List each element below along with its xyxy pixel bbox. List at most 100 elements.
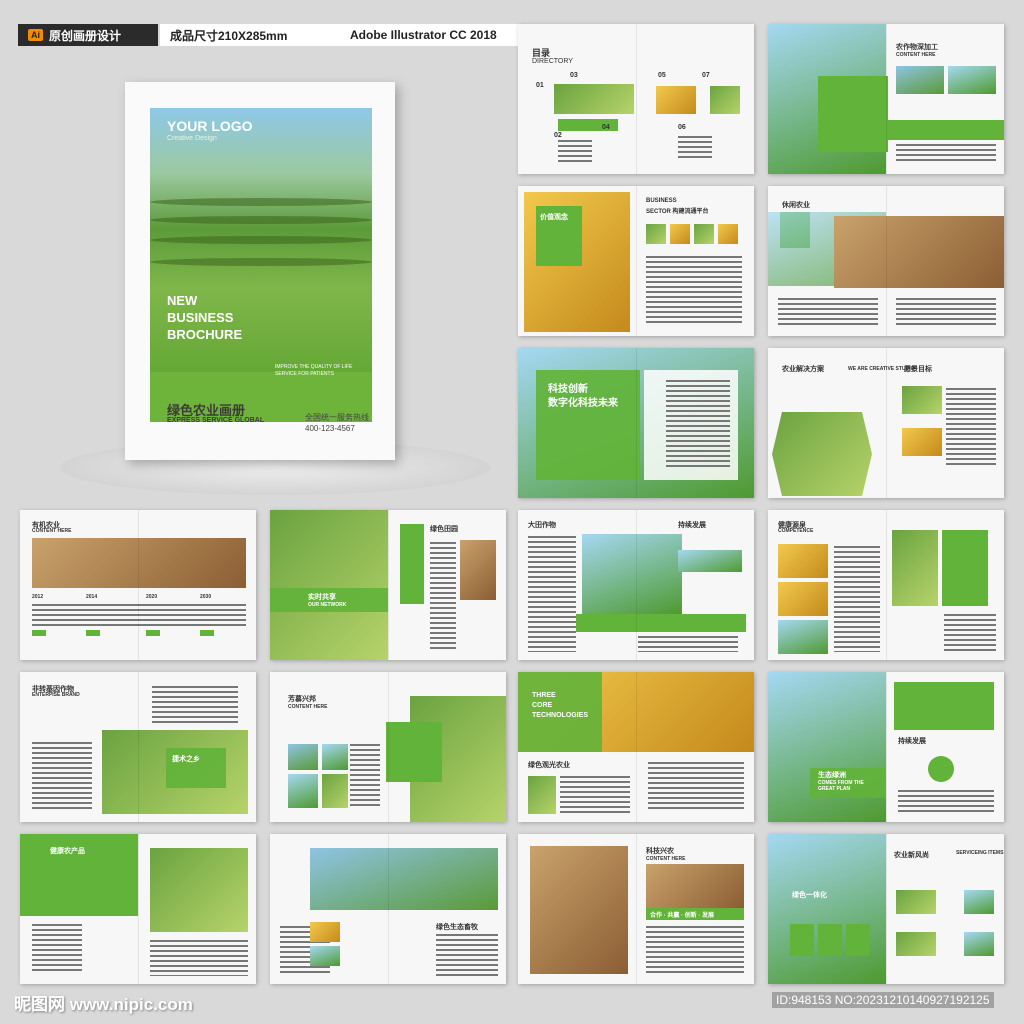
tea-photo: [150, 848, 248, 932]
photo: [896, 66, 944, 94]
cover-logo: YOUR LOGO: [167, 118, 253, 134]
field-photo: [768, 834, 886, 984]
green-tag: [146, 630, 160, 636]
spread-prosper: 芳慕兴邦 CONTENT HERE: [270, 672, 506, 822]
spread-field-crops: 大田作物 持续发展: [518, 510, 754, 660]
spread-tech-agri: 科技兴农 CONTENT HERE 合作 · 共赢 · 创新 · 发展: [518, 834, 754, 984]
spread-non-gmo: 非转基因作物 ENTERPISE BRAND 捷术之乡: [20, 672, 256, 822]
text-lines: [436, 934, 498, 976]
green-card: [846, 924, 870, 956]
spread-sub: COMPETENCE: [778, 528, 814, 534]
spread-caption: 绿色观光农业: [528, 762, 570, 769]
hex-photo-grid: [772, 412, 872, 496]
photo: [778, 620, 828, 654]
photo: [310, 946, 340, 966]
photo: [902, 428, 942, 456]
photo: [896, 890, 936, 914]
green-tag: [86, 630, 100, 636]
photo: [964, 890, 994, 914]
green-block: [400, 524, 424, 604]
toc-number: 02: [554, 132, 562, 139]
text-lines: [638, 636, 738, 652]
spread-healthy-products: 健康农产品: [20, 834, 256, 984]
spread-title: 大田作物: [528, 522, 556, 529]
text-lines: [898, 790, 994, 814]
photo: [710, 86, 740, 114]
brochure-cover: YOUR LOGO Creative Design NEW BUSINESS B…: [125, 82, 395, 460]
spread-title: 愿景目标: [904, 366, 932, 373]
photo: [554, 84, 634, 114]
photo: [646, 224, 666, 244]
spread-organic: 有机农业 CONTENT HERE 2012 2014 2020 2030: [20, 510, 256, 660]
spread-title: 健康农产品: [50, 848, 85, 855]
photo: [322, 744, 348, 770]
photo: [718, 224, 738, 244]
text-lines: [896, 144, 996, 164]
text-lines: [944, 614, 996, 652]
spread-title: 绿色一体化: [792, 892, 827, 899]
green-sub: COMES FROM THE GREAT PLAN: [818, 780, 864, 792]
text-lines: [778, 298, 878, 328]
photo: [670, 224, 690, 244]
text-lines: [646, 926, 744, 976]
spread-sub: SERVICEING ITEMS: [956, 850, 1004, 856]
green-card: [790, 924, 814, 956]
stat-circle: [928, 756, 954, 782]
photo: [902, 386, 942, 414]
spread-garden: 实时共享 OUR NETWORK 绿色田园: [270, 510, 506, 660]
photo: [322, 774, 348, 808]
green-title: 生态绿洲: [818, 772, 846, 779]
photo: [778, 582, 828, 616]
toc-number: 03: [570, 72, 578, 79]
size-label: 成品尺寸210X285mm: [160, 24, 345, 46]
cover-title: NEW BUSINESS BROCHURE: [167, 292, 242, 343]
spread-title: 绿色田园: [430, 526, 458, 533]
text-lines: [528, 536, 576, 652]
photo: [778, 544, 828, 578]
quote: 捷术之乡: [172, 756, 200, 763]
text-lines: [430, 542, 456, 652]
photo: [892, 530, 938, 606]
spread-title: 农业新风尚: [894, 852, 929, 859]
grain-photo: [834, 216, 1004, 288]
spread-processing: 农作物深加工 CONTENT HERE: [768, 24, 1004, 174]
cover-tel: 400-123-4567: [305, 424, 355, 433]
green-card: [818, 924, 842, 956]
spread-sustain: 生态绿洲 COMES FROM THE GREAT PLAN 持续发展: [768, 672, 1004, 822]
photo: [288, 744, 318, 770]
toc-number: 06: [678, 124, 686, 131]
spread-leisure: 休闲农业: [768, 186, 1004, 336]
banner-text: 合作 · 共赢 · 创新 · 发展: [650, 913, 714, 919]
spread-livestock: 绿色生态畜牧: [270, 834, 506, 984]
cover-title-line: BROCHURE: [167, 327, 243, 342]
spread-title: 休闲农业: [782, 202, 810, 209]
text-lines: [646, 256, 742, 326]
spread-heading: BUSINESS: [646, 198, 677, 204]
spread-title: 数字化科技未来: [548, 398, 618, 409]
top-info-bar: Ai 原创画册设计 成品尺寸210X285mm Adobe Illustrato…: [0, 18, 525, 52]
green-block: [818, 76, 888, 152]
spread-integration: 绿色一体化 农业新风尚 SERVICEING ITEMS: [768, 834, 1004, 984]
spread-title: 科技兴农: [646, 848, 674, 855]
cover-en-title: EXPRESS SERVICE GLOBAL: [167, 417, 265, 424]
green-block: [386, 722, 442, 782]
spread-title: 农业解决方案: [782, 366, 824, 373]
watermark-id: ID:948153 NO:20231210140927192125: [772, 992, 994, 1008]
band-title: 实时共享: [308, 594, 336, 601]
text-lines: [896, 298, 996, 328]
photo: [288, 774, 318, 808]
cover-title-line: BUSINESS: [167, 310, 234, 325]
text-lines: [32, 742, 92, 812]
band-sub: OUR NETWORK: [308, 602, 347, 608]
spread-title: 持续发展: [678, 522, 706, 529]
photo: [656, 86, 696, 114]
spread-title: CORE: [532, 702, 553, 709]
text-lines: [834, 546, 880, 652]
spread-title: THREE: [532, 692, 556, 699]
design-label: Ai 原创画册设计: [18, 24, 158, 46]
illustrator-icon: Ai: [28, 29, 43, 41]
toc-number: 07: [702, 72, 710, 79]
watermark-site: 昵图网 www.nipic.com: [14, 995, 193, 1014]
spread-sub: CONTENT HERE: [896, 52, 936, 58]
photo: [310, 922, 340, 942]
